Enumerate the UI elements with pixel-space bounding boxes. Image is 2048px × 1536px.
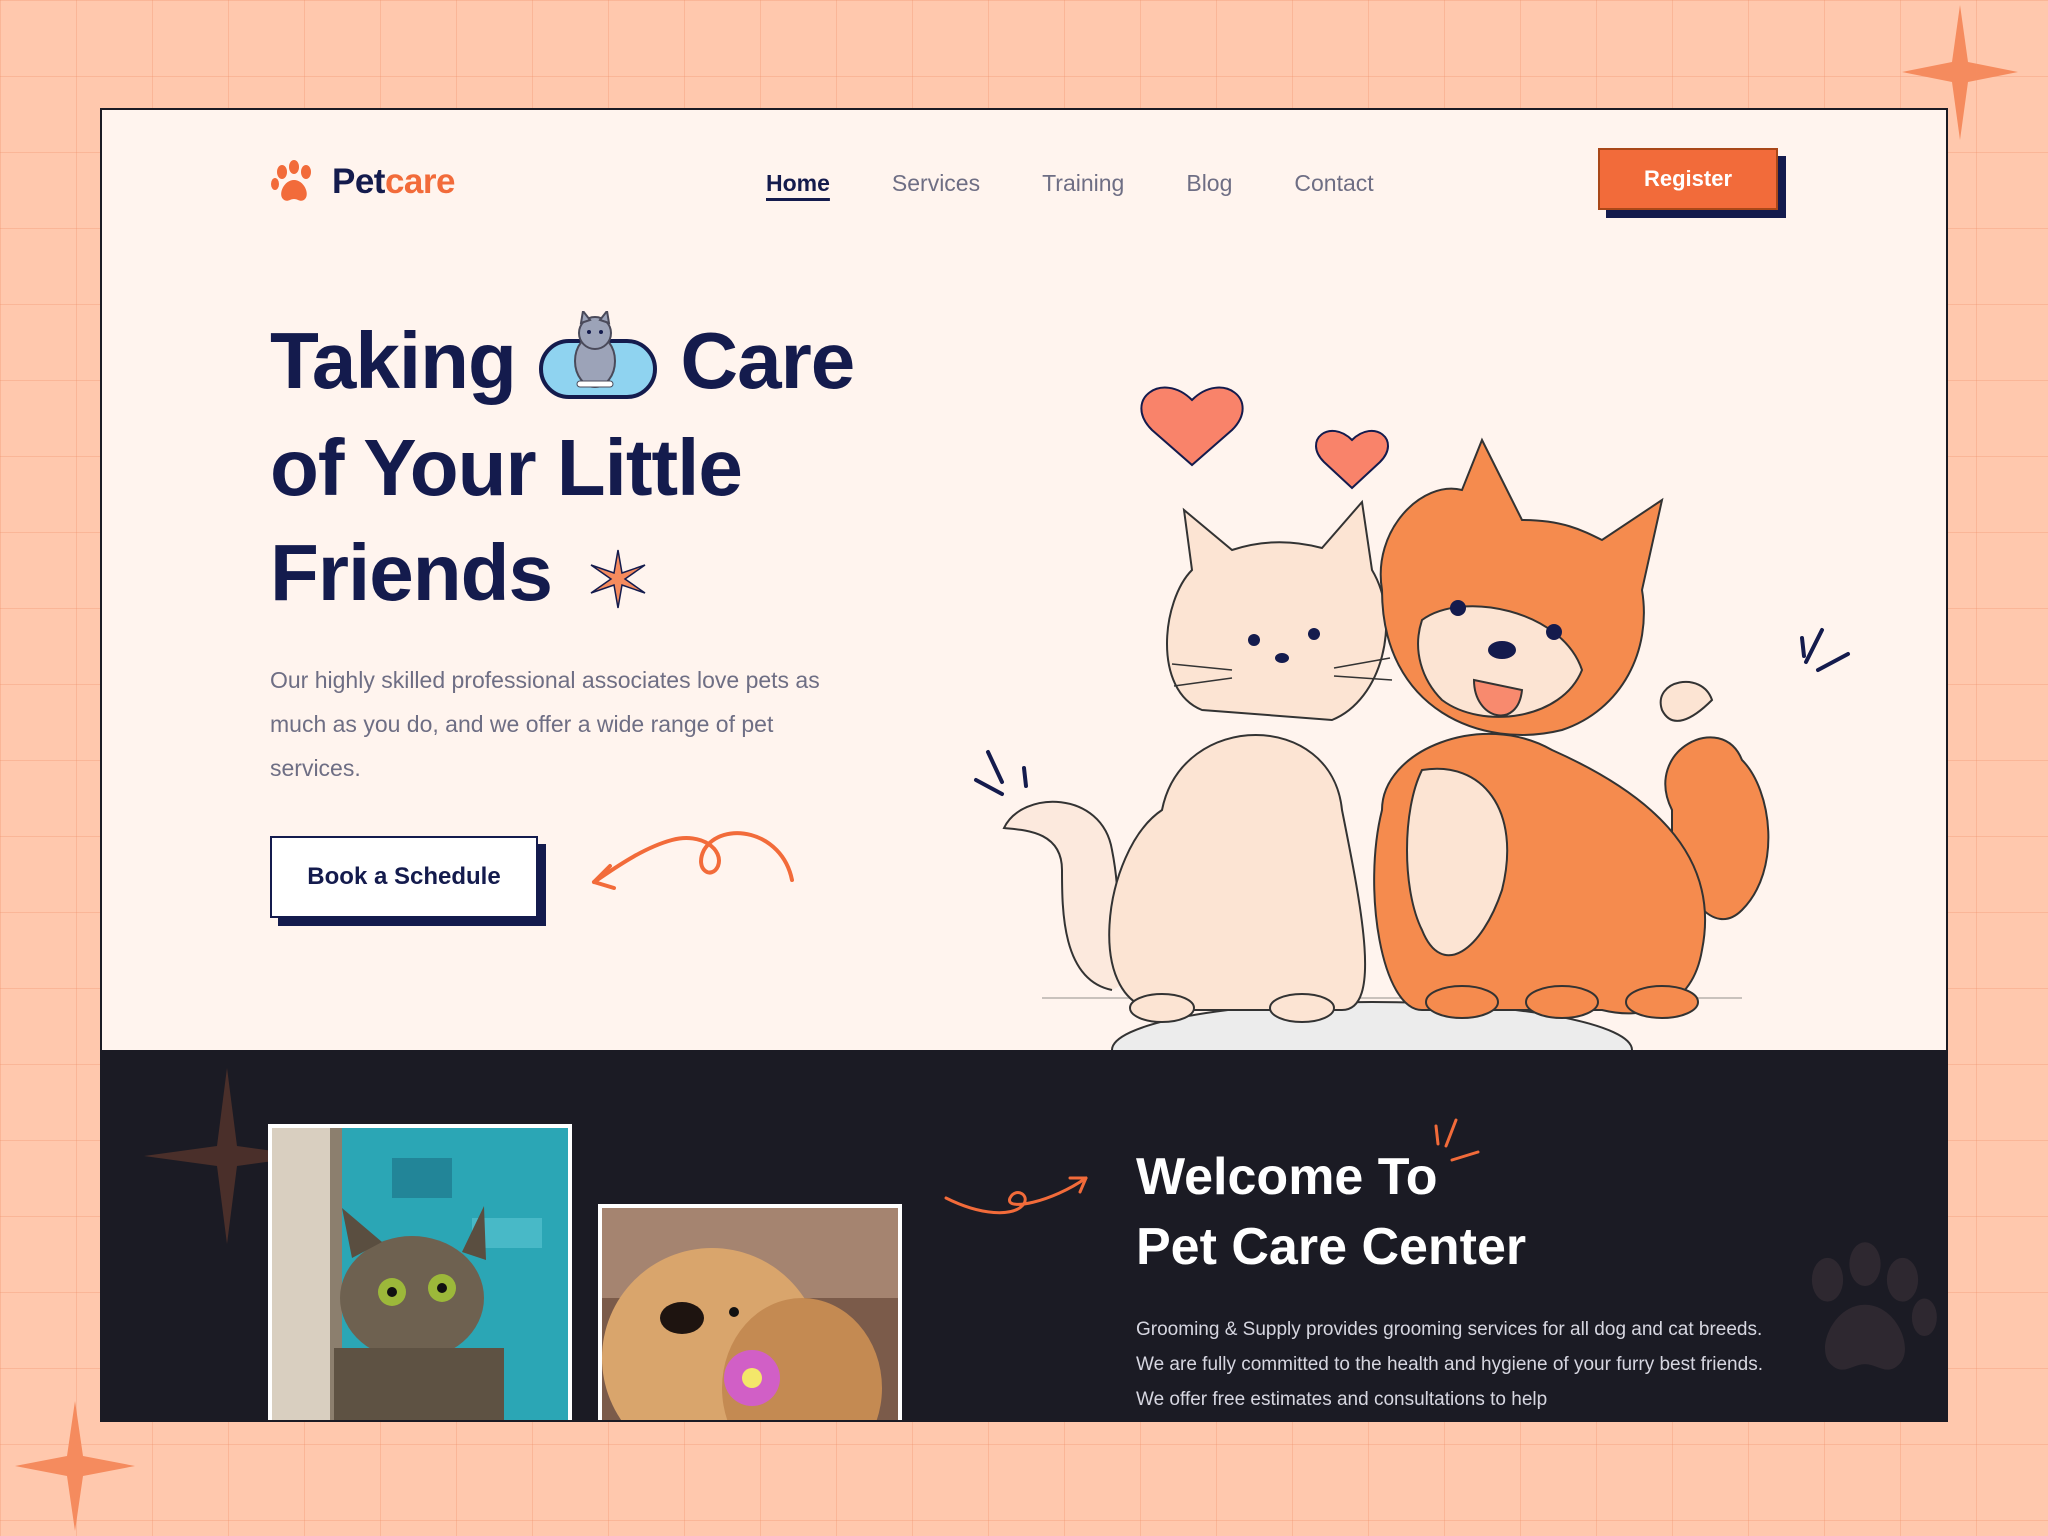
nav-item-home[interactable]: Home bbox=[766, 170, 830, 197]
heart-icon bbox=[1140, 386, 1244, 467]
cat-and-dog-illustration bbox=[974, 386, 1850, 1099]
hero-title-line3: Friends bbox=[270, 527, 553, 617]
main-menu: Home Services Training Blog Contact bbox=[766, 170, 1374, 197]
curly-arrow-icon bbox=[944, 1176, 1088, 1215]
website-frame: Petcare Home Services Training Blog Cont… bbox=[100, 108, 1948, 1422]
dog-photo bbox=[598, 1204, 902, 1420]
brand-logo[interactable]: Petcare bbox=[270, 158, 456, 206]
hero-title: Taking Care of Your Little Friends bbox=[270, 308, 855, 625]
welcome-description: Grooming & Supply provides grooming serv… bbox=[1136, 1319, 1763, 1410]
paw-icon bbox=[271, 160, 311, 201]
sparkle-icon bbox=[590, 549, 646, 608]
hero-description: Our highly skilled professional associat… bbox=[270, 667, 820, 781]
paw-watermark-icon bbox=[1811, 1242, 1937, 1370]
welcome-section: Welcome To Pet Care Center Grooming & Su… bbox=[102, 1050, 1946, 1420]
cat-badge-icon bbox=[539, 310, 658, 399]
nav-item-contact[interactable]: Contact bbox=[1294, 170, 1373, 197]
welcome-title-line1: Welcome To bbox=[1136, 1148, 1438, 1206]
hero-title-line2: of Your Little bbox=[270, 422, 743, 512]
hero-title-word: Care bbox=[680, 316, 855, 405]
register-button[interactable]: Register bbox=[1598, 148, 1778, 210]
swirl-arrow-icon bbox=[592, 831, 794, 890]
spark-lines-icon bbox=[1434, 1118, 1480, 1162]
nav-item-services[interactable]: Services bbox=[892, 170, 980, 197]
welcome-title-line2: Pet Care Center bbox=[1136, 1218, 1527, 1276]
nav-item-training[interactable]: Training bbox=[1042, 170, 1124, 197]
navbar: Petcare Home Services Training Blog Cont… bbox=[102, 110, 1946, 260]
hero-title-word: Taking bbox=[270, 316, 517, 405]
cat-photo bbox=[268, 1124, 572, 1420]
brand-name-part2: care bbox=[384, 162, 456, 201]
heart-icon bbox=[1315, 429, 1389, 490]
book-schedule-button[interactable]: Book a Schedule bbox=[270, 836, 538, 918]
brand-name-part1: Pet bbox=[332, 162, 385, 201]
nav-item-blog[interactable]: Blog bbox=[1186, 170, 1232, 197]
